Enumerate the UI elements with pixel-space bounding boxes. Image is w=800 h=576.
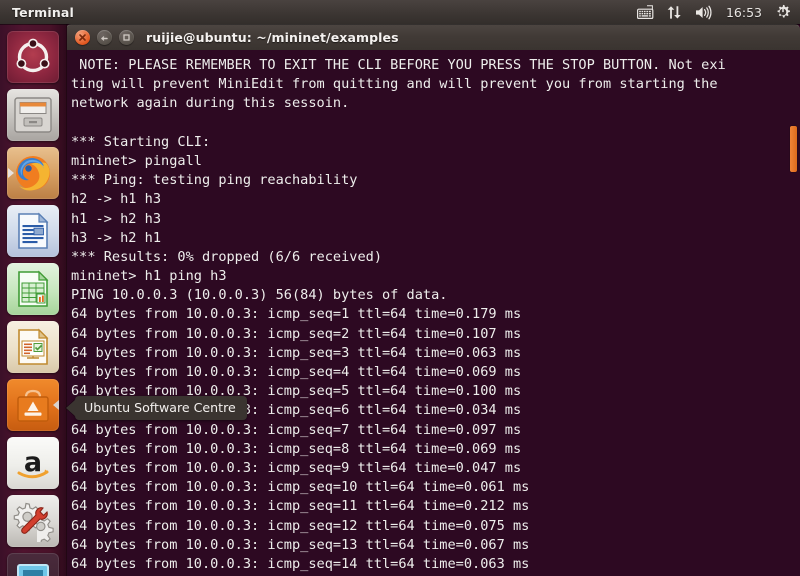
launcher-tooltip: Ubuntu Software Centre [66,396,247,420]
tooltip-arrow-icon [66,400,75,416]
window-titlebar[interactable]: ruijie@ubuntu: ~/mininet/examples [66,24,800,50]
terminal-line: 64 bytes from 10.0.0.3: icmp_seq=14 ttl=… [71,555,530,572]
terminal-line: 64 bytes from 10.0.0.3: icmp_seq=13 ttl=… [71,536,530,553]
ubuntu-logo-icon [16,38,50,73]
terminal-line: *** Ping: testing ping reachability [71,172,358,189]
svg-text:a: a [24,447,42,478]
terminal-body[interactable]: NOTE: PLEASE REMEMBER TO EXIT THE CLI BE… [66,50,800,576]
launcher-focus-pip [53,400,59,410]
terminal-line: h1 -> h2 h3 [71,210,162,227]
terminal-line: 64 bytes from 10.0.0.3: icmp_seq=4 ttl=6… [71,364,522,380]
unity-launcher: a [0,24,67,576]
terminal-line: h2 -> h1 h3 [71,191,162,208]
terminal-scrollbar-thumb[interactable] [790,126,797,172]
terminal-line: *** Results: 0% dropped (6/6 received) [71,248,382,265]
calc-spreadsheet-icon [18,270,49,307]
terminal-line: *** Starting CLI: [71,133,211,150]
software-centre-bag-icon [17,389,49,422]
terminal-output: NOTE: PLEASE REMEMBER TO EXIT THE CLI BE… [71,56,800,576]
keyboard-icon[interactable] [636,0,654,24]
launcher-item-firefox[interactable] [7,147,59,199]
close-icon[interactable] [75,29,90,45]
impress-presentation-icon [18,328,49,365]
launcher-item-libreoffice-writer[interactable] [7,205,59,257]
launcher-item-libreoffice-calc[interactable] [7,263,59,315]
top-panel: Terminal 16:53 [0,0,800,24]
terminal-line: 64 bytes from 10.0.0.3: icmp_seq=10 ttl=… [71,479,530,496]
terminal-line: mininet> pingall [71,152,202,169]
system-tray: 16:53 [636,0,800,24]
terminal-line: NOTE: PLEASE REMEMBER TO EXIT THE CLI BE… [71,57,726,73]
launcher-item-libreoffice-impress[interactable] [7,321,59,373]
terminal-line: 64 bytes from 10.0.0.3: icmp_seq=7 ttl=6… [71,421,522,438]
workspace-switcher-icon [17,564,49,576]
launcher-item-ubuntu-dash[interactable] [7,31,59,83]
amazon-icon: a [17,447,49,479]
session-gear-icon[interactable] [775,0,791,24]
system-settings-gear-wrench-icon [13,502,54,542]
launcher-item-system-settings[interactable] [7,495,59,547]
desktop-screen: Terminal 16:53 a ruijie@ubuntu: ~/minine… [0,0,800,576]
terminal-line: PING 10.0.0.3 (10.0.0.3) 56(84) bytes of… [71,287,448,304]
terminal-line: mininet> h1 ping h3 [71,268,227,285]
terminal-line: 64 bytes from 10.0.0.3: icmp_seq=12 ttl=… [71,517,530,534]
launcher-item-files[interactable] [7,89,59,141]
panel-app-title[interactable]: Terminal [12,5,74,20]
terminal-window: ruijie@ubuntu: ~/mininet/examples NOTE: … [66,24,800,576]
maximize-icon[interactable] [119,29,134,45]
file-cabinet-icon [14,97,52,133]
window-title: ruijie@ubuntu: ~/mininet/examples [146,29,399,45]
launcher-item-amazon[interactable]: a [7,437,59,489]
tooltip-label: Ubuntu Software Centre [75,396,247,420]
terminal-line: ting will prevent MiniEdit from quitting… [71,76,718,93]
volume-icon[interactable] [695,0,713,24]
minimize-icon[interactable] [97,29,112,45]
terminal-line: 64 bytes from 10.0.0.3: icmp_seq=3 ttl=6… [71,344,522,361]
terminal-line: h3 -> h2 h1 [71,229,162,246]
launcher-item-workspace-switcher[interactable] [7,553,59,576]
launcher-running-pip [8,168,14,178]
terminal-line: 64 bytes from 10.0.0.3: icmp_seq=8 ttl=6… [71,440,522,457]
clock[interactable]: 16:53 [726,0,762,24]
network-icon[interactable] [667,0,682,24]
terminal-line: network again during this sessoin. [71,95,350,112]
writer-document-icon [18,212,49,249]
firefox-icon [16,156,50,191]
terminal-line: 64 bytes from 10.0.0.3: icmp_seq=11 ttl=… [71,498,530,515]
terminal-line: 64 bytes from 10.0.0.3: icmp_seq=1 ttl=6… [71,306,522,323]
terminal-line: 64 bytes from 10.0.0.3: icmp_seq=9 ttl=6… [71,459,522,476]
terminal-line: 64 bytes from 10.0.0.3: icmp_seq=2 ttl=6… [71,325,522,342]
launcher-item-ubuntu-software-centre[interactable] [7,379,59,431]
clock-label: 16:53 [725,4,762,20]
